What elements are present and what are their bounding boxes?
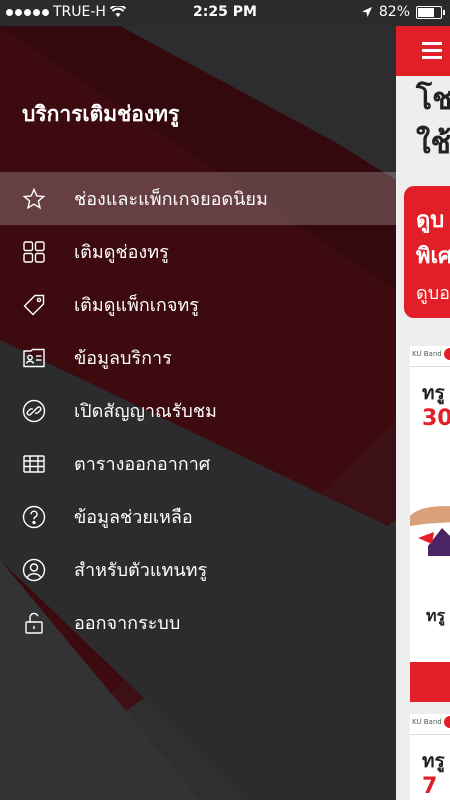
menu-item-tv-schedule[interactable]: ตารางออกอากาศ	[0, 437, 396, 490]
menu-item-topup-channels[interactable]: เติมดูช่องทรู	[0, 225, 396, 278]
menu-item-activate-signal[interactable]: เปิดสัญญาณรับชม	[0, 384, 396, 437]
card-price: 30	[422, 406, 450, 431]
location-arrow-icon	[361, 7, 372, 17]
promo-line-3: ดูบอ	[416, 283, 450, 304]
status-bar: TRUE-H 2:25 PM 82%	[0, 0, 450, 26]
tag-icon	[20, 291, 48, 319]
menu-item-logout[interactable]: ออกจากระบบ	[0, 596, 396, 649]
drawer-menu: ช่องและแพ็กเกจยอดนิยม เติมดูช่องทรู เติม…	[0, 172, 396, 649]
hamburger-menu-icon[interactable]	[422, 42, 442, 60]
card-tag: KU Band	[412, 350, 442, 358]
promo-line-1: ดูบ	[416, 208, 445, 233]
package-card[interactable]: KU Band ทรู 30 ทรู	[410, 346, 450, 702]
card-footer-text: ทรู	[426, 606, 446, 625]
card-image	[410, 506, 450, 556]
card-action-bar[interactable]	[410, 662, 450, 702]
question-icon	[20, 503, 48, 531]
app-header	[396, 26, 450, 76]
main-content-peek: โชว ใช้ท ดูบ พิเศ ดูบอ KU Band ทรู 30 ทร…	[396, 26, 450, 800]
promo-line-2: พิเศ	[416, 244, 450, 269]
drawer-title: บริการเติมช่องทรู	[22, 102, 180, 126]
user-icon	[20, 556, 48, 584]
id-card-icon	[20, 344, 48, 372]
divider	[410, 366, 450, 367]
divider	[410, 734, 450, 735]
menu-item-label: เติมดูช่องทรู	[74, 242, 169, 263]
card-title: ทรู	[422, 382, 445, 404]
unlock-icon	[20, 609, 48, 637]
menu-item-label: สำหรับตัวแทนทรู	[74, 560, 208, 581]
brand-logo-icon	[444, 716, 450, 728]
battery-icon	[416, 5, 445, 19]
headline-line-1: โชว	[416, 82, 450, 117]
grid-icon	[20, 238, 48, 266]
status-right: 82%	[361, 4, 445, 20]
menu-item-popular[interactable]: ช่องและแพ็กเกจยอดนิยม	[0, 172, 396, 225]
link-icon	[20, 397, 48, 425]
card-tag: KU Band	[412, 718, 442, 726]
menu-item-label: ช่องและแพ็กเกจยอดนิยม	[74, 189, 268, 210]
package-card[interactable]: KU Band ทรู 7	[410, 714, 450, 800]
menu-item-label: เปิดสัญญาณรับชม	[74, 401, 217, 422]
headline: โชว ใช้ท	[416, 78, 450, 166]
menu-item-label: ตารางออกอากาศ	[74, 454, 211, 475]
battery-percent: 82%	[378, 4, 410, 20]
card-price: 7	[422, 774, 438, 799]
schedule-icon	[20, 450, 48, 478]
menu-item-topup-packages[interactable]: เติมดูแพ็กเกจทรู	[0, 278, 396, 331]
star-icon	[20, 185, 48, 213]
headline-line-2: ใช้ท	[416, 126, 450, 161]
menu-item-label: ข้อมูลบริการ	[74, 348, 172, 369]
menu-item-help[interactable]: ข้อมูลช่วยเหลือ	[0, 490, 396, 543]
brand-logo-icon	[444, 348, 450, 360]
menu-item-label: เติมดูแพ็กเกจทรู	[74, 295, 199, 316]
menu-item-agent[interactable]: สำหรับตัวแทนทรู	[0, 543, 396, 596]
card-title: ทรู	[422, 750, 445, 772]
menu-item-service-info[interactable]: ข้อมูลบริการ	[0, 331, 396, 384]
menu-item-label: ออกจากระบบ	[74, 613, 181, 634]
promo-banner[interactable]: ดูบ พิเศ ดูบอ	[404, 186, 450, 318]
side-drawer: บริการเติมช่องทรู ช่องและแพ็กเกจยอดนิยม …	[0, 26, 396, 800]
menu-item-label: ข้อมูลช่วยเหลือ	[74, 507, 193, 528]
